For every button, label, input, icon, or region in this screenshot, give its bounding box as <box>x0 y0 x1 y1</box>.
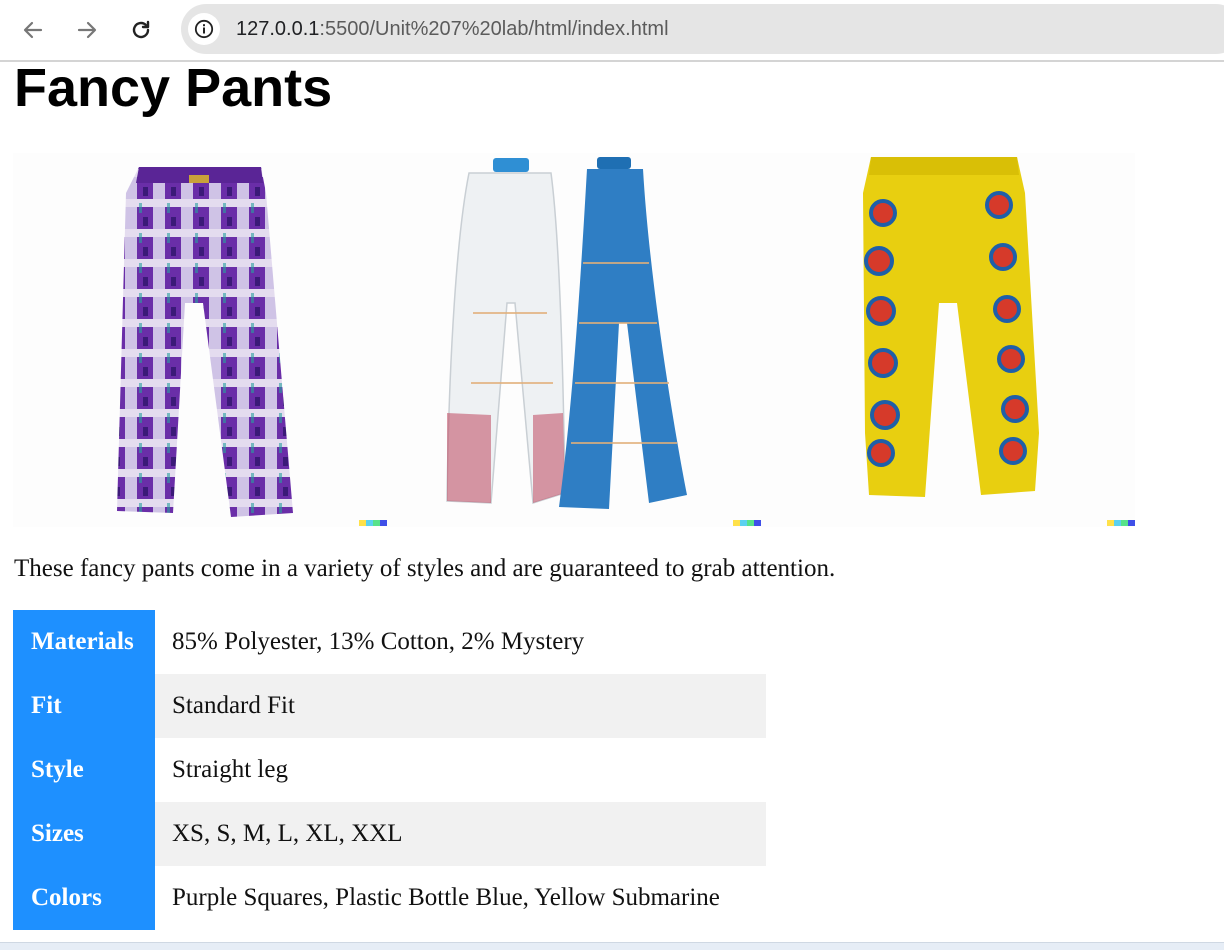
back-arrow-icon <box>23 21 43 39</box>
reload-button[interactable] <box>123 12 159 48</box>
yellow-pants-image <box>761 153 1135 527</box>
spec-value: 85% Polyester, 13% Cotton, 2% Mystery <box>172 628 585 655</box>
spec-label: Fit <box>13 674 155 738</box>
address-bar[interactable]: 127.0.0.1:5500/Unit%207%20lab/html/index… <box>181 4 1224 54</box>
table-row: Materials 85% Polyester, 13% Cotton, 2% … <box>13 610 766 674</box>
spec-label: Colors <box>13 866 155 930</box>
forward-arrow-icon <box>77 21 97 39</box>
site-info-button[interactable] <box>188 13 220 45</box>
spec-value: Standard Fit <box>155 674 766 738</box>
watermark-strip <box>733 520 761 526</box>
spec-label: Sizes <box>13 802 155 866</box>
table-row: Colors Purple Squares, Plastic Bottle Bl… <box>13 866 766 930</box>
page-title: Fancy Pants <box>14 58 333 118</box>
reload-icon <box>132 20 150 39</box>
spec-value: Purple Squares, Plastic Bottle Blue, Yel… <box>172 884 720 911</box>
specs-table: Materials 85% Polyester, 13% Cotton, 2% … <box>13 610 766 930</box>
url-path: :5500/Unit%207%20lab/html/index.html <box>319 18 669 40</box>
url-text[interactable]: 127.0.0.1:5500/Unit%207%20lab/html/index… <box>236 4 669 54</box>
watermark-strip <box>1107 520 1135 526</box>
table-row: Sizes XS, S, M, L, XL, XXL <box>13 802 766 866</box>
spec-value: XS, S, M, L, XL, XXL <box>155 802 766 866</box>
site-info-icon <box>194 19 214 39</box>
forward-button[interactable] <box>69 12 105 48</box>
watermark-strip <box>359 520 387 526</box>
url-host: 127.0.0.1 <box>236 18 320 40</box>
table-row: Style Straight leg <box>13 738 766 802</box>
spec-value: Straight leg <box>172 756 288 783</box>
spec-label: Materials <box>13 610 155 674</box>
plastic-pants-image <box>387 153 761 527</box>
browser-toolbar: 127.0.0.1:5500/Unit%207%20lab/html/index… <box>0 0 1224 62</box>
purple-pants-image <box>13 153 387 527</box>
back-button[interactable] <box>15 12 51 48</box>
spec-label: Style <box>13 738 155 802</box>
table-row: Fit Standard Fit <box>13 674 766 738</box>
pants-gallery <box>13 153 1135 527</box>
product-description: These fancy pants come in a variety of s… <box>14 555 836 582</box>
